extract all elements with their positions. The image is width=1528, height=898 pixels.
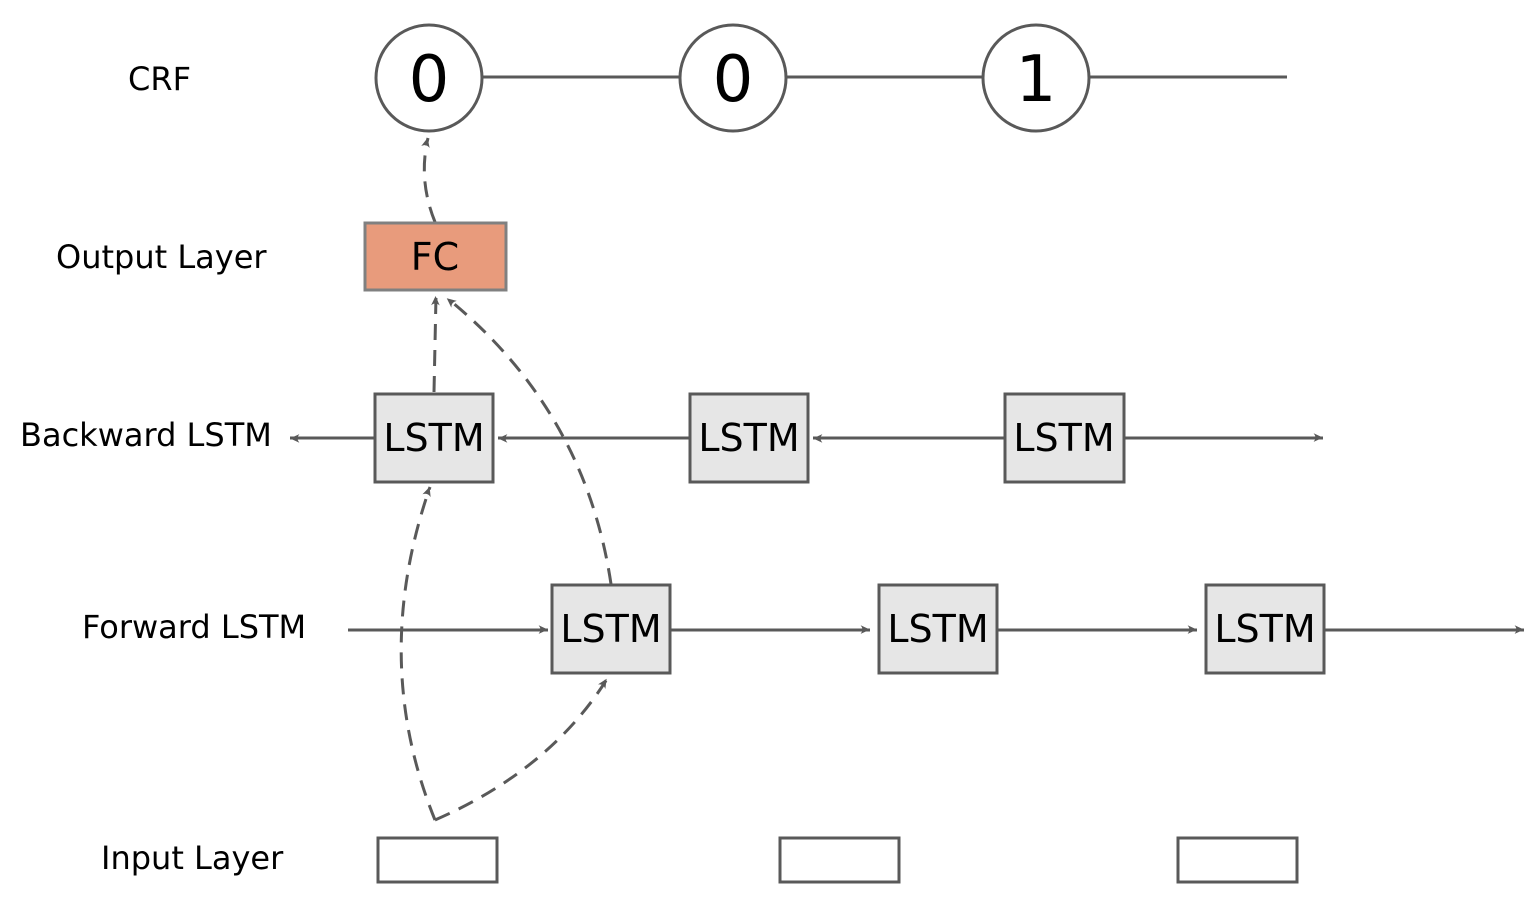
svg-text:0: 0 xyxy=(409,43,450,117)
label-forward-lstm: Forward LSTM xyxy=(82,608,306,646)
input-to-backward-arrow xyxy=(399,486,437,821)
crf-node: 0 xyxy=(678,23,788,133)
backward-lstm-cell: LSTM xyxy=(1003,392,1126,484)
forward-lstm-cell: LSTM xyxy=(550,583,672,675)
svg-text:FC: FC xyxy=(411,235,459,279)
forward-lstm-cell: LSTM xyxy=(1204,583,1326,675)
label-backward-lstm: Backward LSTM xyxy=(20,416,272,454)
svg-text:LSTM: LSTM xyxy=(1013,416,1114,460)
backward-lstm-cell: LSTM xyxy=(373,392,495,484)
input-token-box xyxy=(376,836,499,884)
svg-text:0: 0 xyxy=(713,43,754,117)
label-crf: CRF xyxy=(128,60,191,98)
svg-text:LSTM: LSTM xyxy=(887,607,988,651)
svg-text:1: 1 xyxy=(1016,43,1057,117)
backward-lstm-cell: LSTM xyxy=(688,392,810,484)
label-output-layer: Output Layer xyxy=(56,238,267,276)
bilstm-crf-diagram: CRF Output Layer Backward LSTM Forward L… xyxy=(20,23,1525,884)
input-to-forward-arrow xyxy=(434,678,609,822)
forward-lstm-cell: LSTM xyxy=(877,583,999,675)
fc-to-crf-arrow xyxy=(421,137,437,223)
fc-box: FC xyxy=(363,221,508,292)
svg-text:LSTM: LSTM xyxy=(560,607,661,651)
input-token-box xyxy=(778,836,901,884)
crf-node: 0 xyxy=(374,23,484,133)
input-token-box xyxy=(1176,836,1299,884)
svg-text:LSTM: LSTM xyxy=(698,416,799,460)
svg-text:LSTM: LSTM xyxy=(383,416,484,460)
svg-text:LSTM: LSTM xyxy=(1214,607,1315,651)
crf-node: 1 xyxy=(981,23,1091,133)
label-input-layer: Input Layer xyxy=(101,839,284,877)
backward-to-fc-arrow xyxy=(431,295,440,393)
